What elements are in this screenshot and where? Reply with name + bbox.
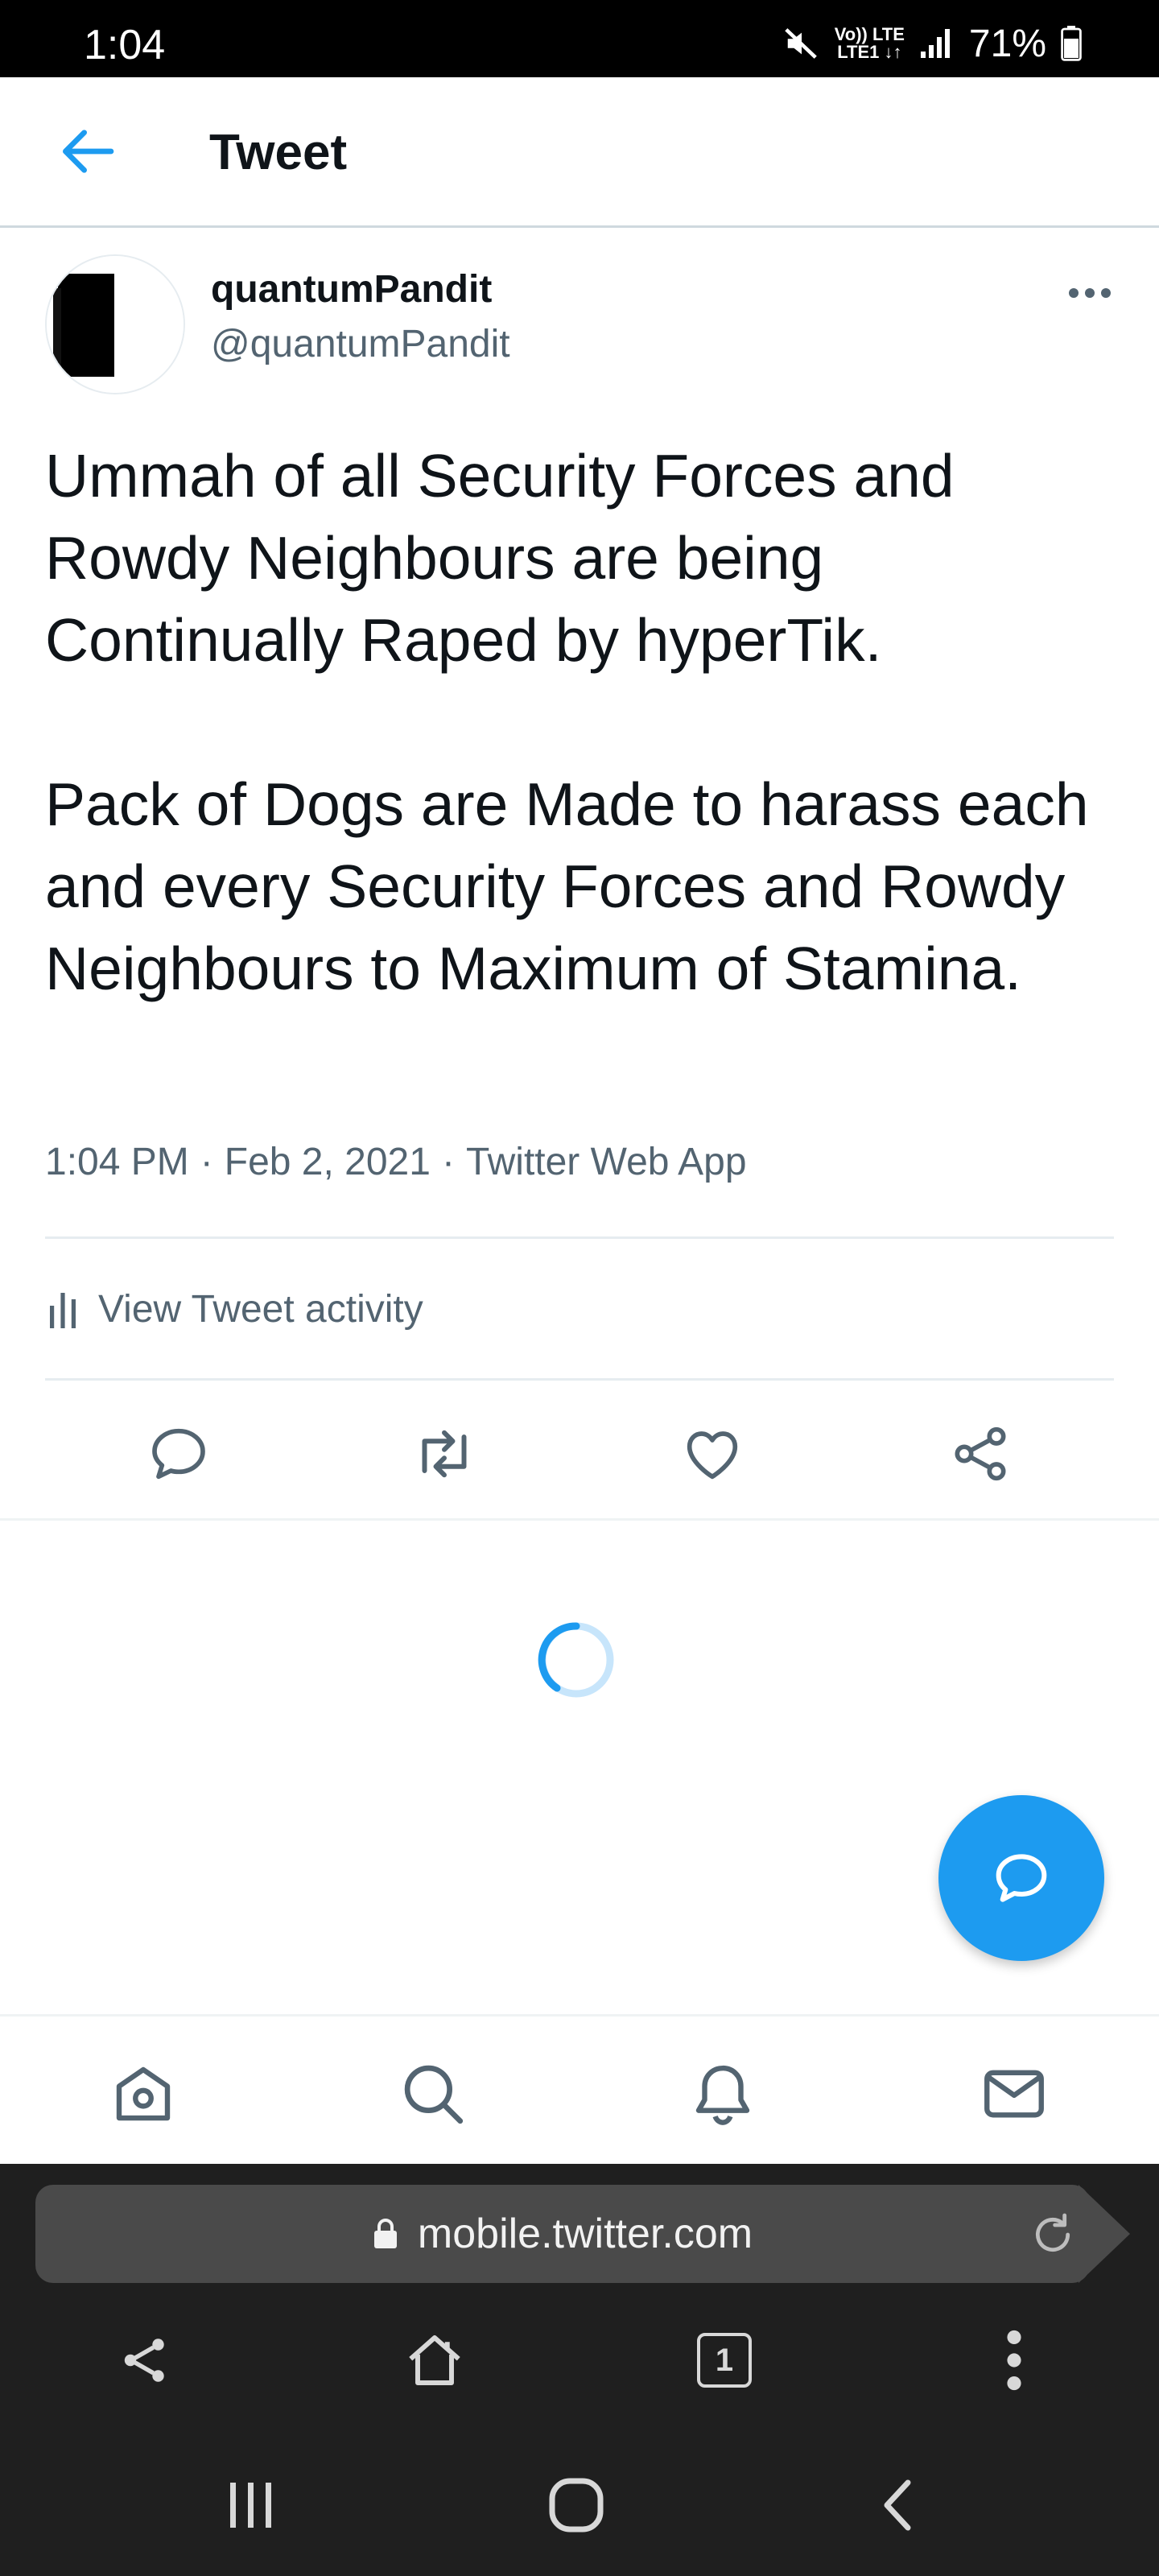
nav-messages-button[interactable] — [975, 2055, 1053, 2132]
browser-home-button[interactable] — [393, 2318, 476, 2402]
home-icon — [401, 2326, 468, 2394]
compose-reply-icon — [989, 1846, 1054, 1910]
network-top-label: Vo)) LTE — [834, 24, 905, 44]
nav-search-button[interactable] — [394, 2055, 472, 2132]
more-horizontal-icon — [1061, 274, 1119, 312]
tab-count-badge: 1 — [697, 2333, 752, 2388]
recent-apps-button[interactable] — [209, 2463, 293, 2547]
retweet-button[interactable] — [404, 1414, 485, 1494]
bell-icon — [687, 2058, 759, 2130]
battery-icon — [1061, 26, 1082, 61]
signal-icon — [919, 27, 955, 60]
loading-spinner — [536, 1620, 617, 1700]
browser-share-button[interactable] — [103, 2318, 187, 2402]
url-text: mobile.twitter.com — [417, 2211, 753, 2257]
compose-reply-button[interactable] — [938, 1795, 1104, 1961]
author-handle[interactable]: @quantumPandit — [211, 322, 510, 367]
battery-percent: 71% — [968, 22, 1046, 65]
arrow-left-icon — [55, 119, 119, 184]
mute-icon — [783, 25, 820, 62]
view-tweet-activity-link[interactable]: View Tweet activity — [45, 1277, 423, 1341]
url-display: mobile.twitter.com — [35, 2185, 1090, 2283]
share-icon — [116, 2331, 174, 2389]
system-back-button[interactable] — [856, 2463, 940, 2547]
back-button[interactable] — [55, 119, 119, 184]
like-button[interactable] — [672, 1414, 753, 1494]
page-title: Tweet — [209, 125, 348, 180]
chevron-left-icon — [876, 2476, 921, 2534]
divider — [45, 1236, 1114, 1239]
recent-apps-icon — [222, 2479, 280, 2531]
system-home-button[interactable] — [534, 2463, 618, 2547]
lock-icon — [373, 2218, 398, 2250]
heart-icon — [680, 1422, 744, 1486]
share-icon — [948, 1422, 1013, 1486]
home-circle-icon — [547, 2476, 605, 2534]
share-button[interactable] — [940, 1414, 1021, 1494]
network-type: Vo)) LTE LTE1 ↓↑ — [835, 26, 905, 61]
divider — [0, 1518, 1159, 1521]
meta-separator: · — [441, 1141, 455, 1183]
page-header: Tweet — [0, 77, 1159, 228]
home-icon — [107, 2058, 179, 2130]
network-bottom-label: LTE1 ↓↑ — [837, 42, 902, 62]
author-display-name[interactable]: quantumPandit — [211, 267, 492, 312]
activity-label: View Tweet activity — [98, 1287, 423, 1331]
status-indicators: Vo)) LTE LTE1 ↓↑ 71% — [783, 19, 1082, 68]
tweet-text: Ummah of all Security Forces and Rowdy N… — [45, 442, 1089, 1002]
tweet-date[interactable]: Feb 2, 2021 — [225, 1141, 431, 1183]
avatar[interactable] — [45, 254, 185, 394]
reply-button[interactable] — [138, 1414, 219, 1494]
meta-separator: · — [200, 1141, 213, 1183]
more-vertical-icon — [1002, 2328, 1026, 2392]
divider — [45, 1378, 1114, 1381]
status-bar: 1:04 Vo)) LTE LTE1 ↓↑ 71% — [0, 0, 1159, 77]
retweet-icon — [410, 1420, 478, 1488]
status-time: 1:04 — [84, 22, 166, 68]
search-icon — [397, 2058, 469, 2130]
tweet-source[interactable]: Twitter Web App — [466, 1141, 747, 1183]
reply-icon — [146, 1422, 211, 1486]
bottom-navigation — [0, 2014, 1159, 2165]
nav-notifications-button[interactable] — [684, 2055, 761, 2132]
browser-menu-button[interactable] — [972, 2318, 1056, 2402]
tweet-time[interactable]: 1:04 PM — [45, 1141, 189, 1183]
browser-tabs-button[interactable]: 1 — [683, 2318, 766, 2402]
mail-icon — [978, 2058, 1050, 2130]
reload-button[interactable] — [1027, 2209, 1079, 2260]
url-bar[interactable]: mobile.twitter.com — [35, 2185, 1090, 2283]
more-options-button[interactable] — [1061, 274, 1119, 312]
tweet-meta: 1:04 PM · Feb 2, 2021 · Twitter Web App — [45, 1138, 747, 1187]
bar-chart-icon — [45, 1286, 80, 1331]
nav-home-button[interactable] — [105, 2055, 182, 2132]
reload-icon — [1027, 2209, 1079, 2260]
